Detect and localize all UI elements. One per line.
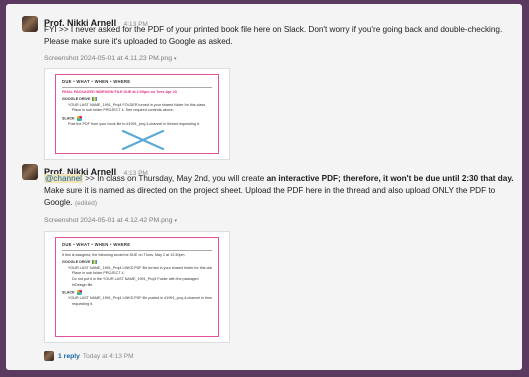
doc-slack-item: YOUR LAST NAME_1991_Proj4 LINKS.PDF file… — [68, 296, 212, 301]
document-preview: DUE • WHAT • WHEN • WHERE If this is ass… — [55, 237, 219, 337]
attachment-filename: Screenshot 2024-05-01 at 4.11.23 PM.png — [44, 55, 172, 62]
screenshot-thumbnail[interactable]: DUE • WHAT • WHEN • WHERE If this is ass… — [44, 231, 230, 343]
slack-icon — [76, 115, 82, 121]
slack-icon — [76, 290, 82, 296]
message-text: @channel >> In class on Thursday, May 2n… — [44, 174, 514, 207]
doc-title: DUE • WHAT • WHEN • WHERE — [62, 79, 131, 84]
reply-time: Today at 4:13 PM — [82, 352, 134, 360]
attachment-label[interactable]: Screenshot 2024-05-01 at 4.11.23 PM.png ▾ — [44, 55, 177, 62]
avatar[interactable] — [22, 16, 38, 32]
reply-count-link[interactable]: 1 reply — [58, 353, 80, 360]
chevron-down-icon[interactable]: ▾ — [174, 56, 177, 62]
doc-slack-item: requesting it. — [72, 301, 94, 306]
avatar[interactable] — [22, 164, 38, 180]
doc-slack-item: Post the PDF from your book file to #199… — [68, 122, 200, 127]
divider — [62, 86, 212, 88]
reply-avatar — [44, 351, 54, 361]
doc-gdrive-item: Do not put it in the YOUR LAST NAME_1991… — [72, 276, 199, 281]
edited-label: (edited) — [74, 200, 98, 207]
attachment-filename: Screenshot 2024-05-01 at 4.12.42 PM.png — [44, 217, 173, 224]
thread-summary[interactable]: 1 reply Today at 4:13 PM — [44, 351, 134, 361]
chevron-down-icon[interactable]: ▾ — [174, 218, 177, 224]
strikeout-x-icon — [121, 129, 165, 151]
slack-message-pane: Prof. Nikki Arnell 4:13 PM FYI >> I neve… — [6, 4, 522, 370]
doc-deadline: FINAL PACKAGED INDESIGN FILE DUE at 2:00… — [62, 89, 177, 94]
divider — [62, 249, 212, 251]
doc-intro: If this is assigned, the following would… — [62, 252, 186, 257]
doc-gdrive-item: InDesign file. — [72, 282, 94, 287]
screenshot-thumbnail[interactable]: DUE • WHAT • WHEN • WHERE FINAL PACKAGED… — [44, 68, 230, 160]
attachment-label[interactable]: Screenshot 2024-05-01 at 4.12.42 PM.png ▾ — [44, 217, 177, 224]
google-drive-icon — [92, 260, 98, 265]
doc-title: DUE • WHAT • WHEN • WHERE — [62, 242, 131, 247]
channel-mention[interactable]: @channel — [44, 174, 83, 183]
doc-gdrive-item: Place in sub folder PROJECT 4. See requi… — [72, 108, 174, 113]
message-text: FYI >> I never asked for the PDF of your… — [44, 25, 503, 46]
google-drive-icon — [92, 97, 98, 102]
